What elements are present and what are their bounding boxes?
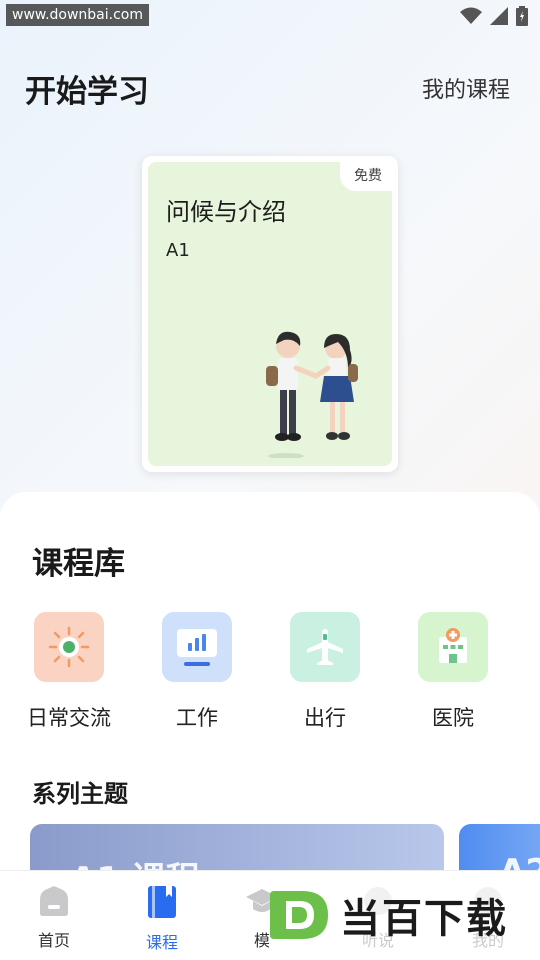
category-tile [34,612,104,682]
hospital-icon [439,628,467,663]
nav-label: 课程 [145,933,178,952]
free-badge: 免费 [340,162,392,191]
status-bar: www.downbai.com [0,0,540,32]
sun-icon [48,626,90,668]
nav-home[interactable]: 首页 [14,885,94,951]
wifi-icon [460,7,482,24]
course-title: 问候与介绍 [166,198,286,226]
signal-icon [490,7,508,25]
course-card-body: 免费 问候与介绍 A1 [148,162,392,466]
downbai-logo-icon [270,891,328,939]
category-hospital[interactable]: 医院 [398,612,508,732]
my-courses-link[interactable]: 我的课程 [422,72,510,104]
featured-course-card[interactable]: 免费 问候与介绍 A1 [142,156,398,472]
series-title: 系列主题 [32,780,128,808]
category-work[interactable]: 工作 [142,612,252,732]
home-icon [40,886,68,916]
watermark-logo: 当百下载 [268,886,508,944]
presentation-icon [177,629,217,666]
category-travel[interactable]: 出行 [270,612,380,732]
course-level: A1 [166,240,190,261]
greeting-illustration [266,331,358,458]
battery-icon [516,6,528,26]
category-tile [162,612,232,682]
page-title: 开始学习 [25,74,149,110]
status-icons [460,6,528,26]
nav-courses[interactable]: 课程 [122,885,202,953]
course-library: 课程库 日常交流 工作 出行 医院 系列主题 [0,492,540,894]
category-label: 工作 [176,706,218,730]
header: 开始学习 我的课程 [0,60,540,116]
category-daily-communication[interactable]: 日常交流 [14,612,124,732]
category-tile [418,612,488,682]
site-watermark: www.downbai.com [6,4,149,26]
category-label: 医院 [432,706,474,730]
category-tile [290,612,360,682]
category-label: 日常交流 [27,706,111,730]
nav-label: 首页 [37,931,70,950]
book-icon [148,886,176,918]
airplane-icon [307,629,343,665]
watermark-text: 当百下载 [340,896,508,942]
category-label: 出行 [304,706,346,730]
library-title: 课程库 [32,546,125,582]
